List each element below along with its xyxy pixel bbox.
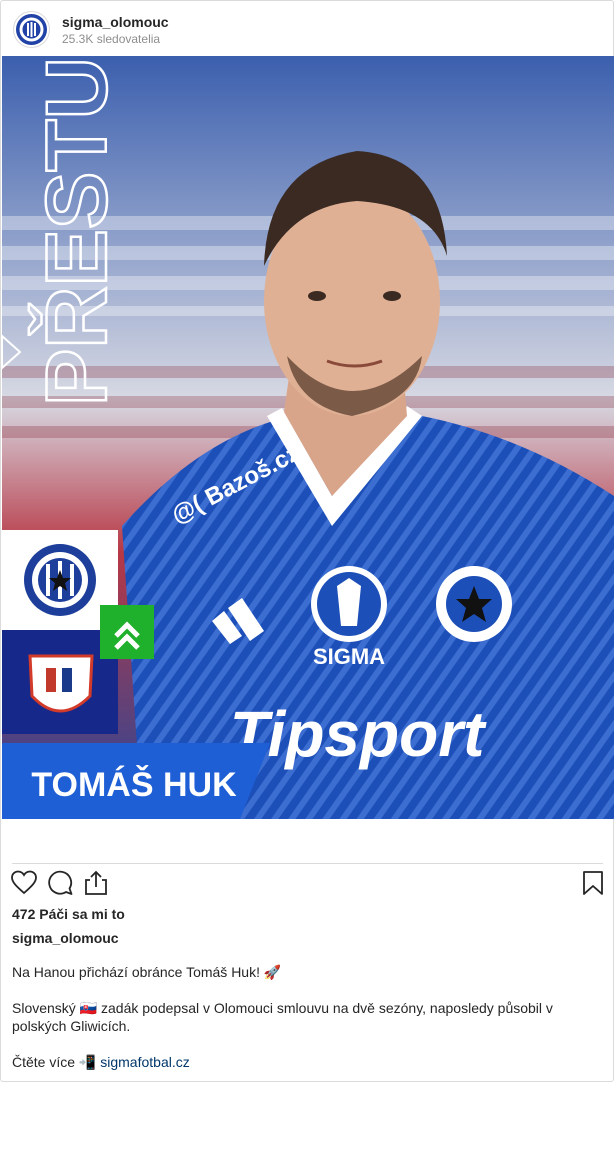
action-bar	[1, 869, 613, 899]
piast-club-badge	[28, 654, 94, 713]
sigma-club-badge	[24, 544, 96, 616]
avatar[interactable]	[13, 11, 50, 48]
like-count[interactable]: 472 Páči sa mi to	[12, 906, 125, 922]
caption-line-1: Na Hanou přichází obránce Tomáš Huk! 🚀	[12, 964, 282, 980]
post-header: sigma_olomouc 25.3K sledovatelia	[1, 1, 613, 56]
post-image[interactable]: @( Bazoš.cz SIGMA Tipsport PŘESTUP TOMÁŠ…	[2, 56, 614, 819]
heart-icon	[11, 870, 37, 895]
main-sponsor: Tipsport	[230, 698, 488, 770]
share-button[interactable]	[83, 869, 109, 897]
comment-button[interactable]	[47, 869, 73, 897]
jersey-club-badge	[436, 566, 512, 642]
transfer-arrow-box	[100, 605, 154, 659]
chest-text: SIGMA	[313, 644, 385, 669]
like-button[interactable]	[11, 869, 37, 897]
sigma-logo-icon	[16, 14, 47, 45]
share-icon	[85, 870, 107, 895]
post-caption: Na Hanou přichází obránce Tomáš Huk! 🚀 S…	[12, 963, 592, 1089]
caption-link[interactable]: sigmafotbal.cz	[100, 1054, 189, 1070]
instagram-embed-card: sigma_olomouc 25.3K sledovatelia @(Bazo…	[0, 0, 614, 1082]
post-username[interactable]: sigma_olomouc	[62, 14, 169, 30]
chest-crest	[311, 566, 387, 642]
save-button[interactable]	[580, 869, 606, 897]
transfer-graphic: @( Bazoš.cz SIGMA Tipsport PŘESTUP TOMÁŠ…	[2, 56, 614, 819]
caption-read-more: Čtěte více 📲 sigmafotbal.cz	[12, 1053, 592, 1071]
player-name: TOMÁŠ HUK	[31, 765, 237, 804]
caption-username[interactable]: sigma_olomouc	[12, 930, 119, 946]
caption-line-2: Slovenský 🇸🇰 zadák podepsal v Olomouci s…	[12, 1000, 553, 1034]
follower-count: 25.3K sledovatelia	[62, 32, 161, 46]
bookmark-icon	[583, 871, 603, 895]
comment-icon	[48, 870, 73, 895]
read-more-prefix: Čtěte více 📲	[12, 1054, 97, 1070]
transfer-vertical-label: PŘESTUP	[29, 56, 125, 406]
divider	[12, 863, 603, 864]
